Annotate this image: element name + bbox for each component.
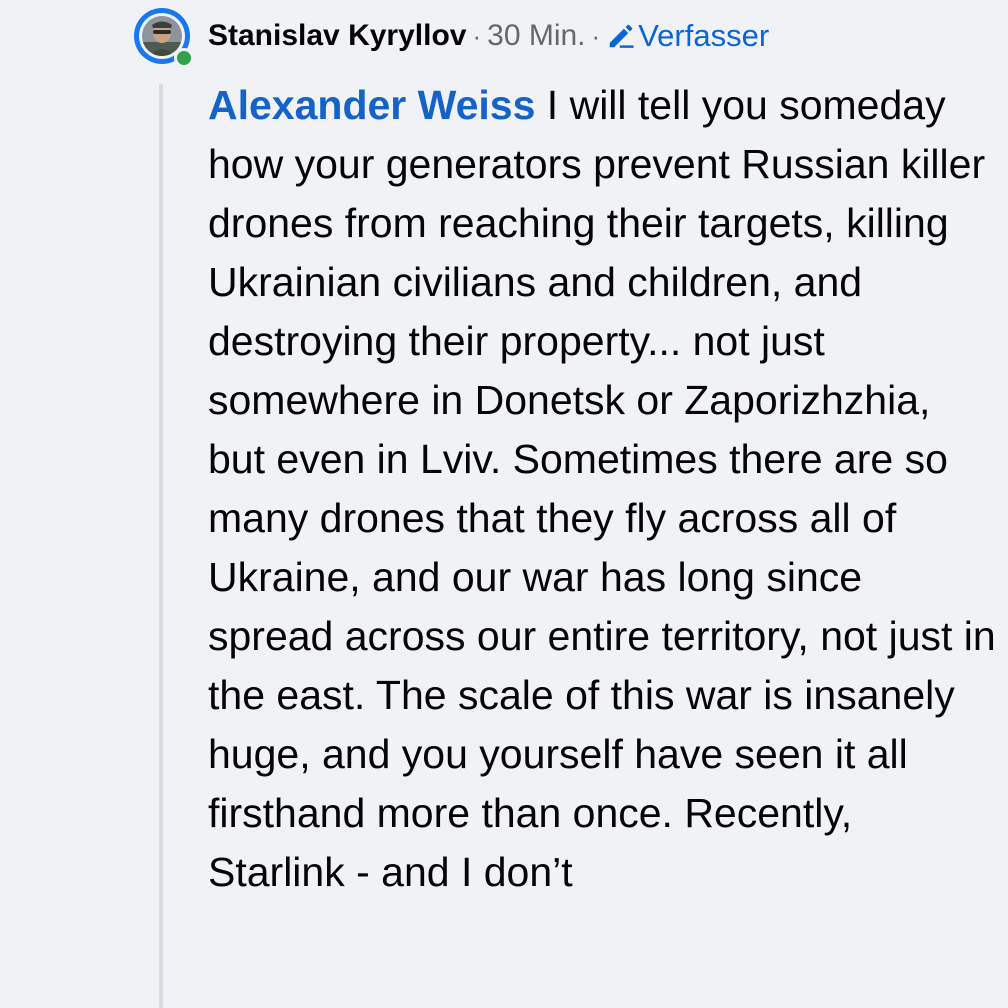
comment-body: Alexander Weiss I will tell you someday … — [208, 76, 998, 902]
pencil-icon — [609, 24, 634, 48]
header-separator: · — [472, 20, 482, 51]
author-name[interactable]: Stanislav Kyryllov — [208, 19, 466, 53]
comment-time[interactable]: 30 Min. — [487, 19, 585, 53]
avatar[interactable] — [134, 8, 194, 68]
mention-link[interactable]: Alexander Weiss — [208, 82, 535, 128]
badge-label: Verfasser — [638, 18, 770, 53]
online-status-dot — [174, 48, 194, 68]
thread-line — [159, 84, 163, 1008]
header-separator: · — [591, 20, 601, 51]
comment-text: I will tell you someday how your generat… — [208, 82, 996, 895]
comment-header: Stanislav Kyryllov · 30 Min. · Verfasser — [208, 14, 769, 58]
author-badge: Verfasser — [606, 18, 769, 54]
